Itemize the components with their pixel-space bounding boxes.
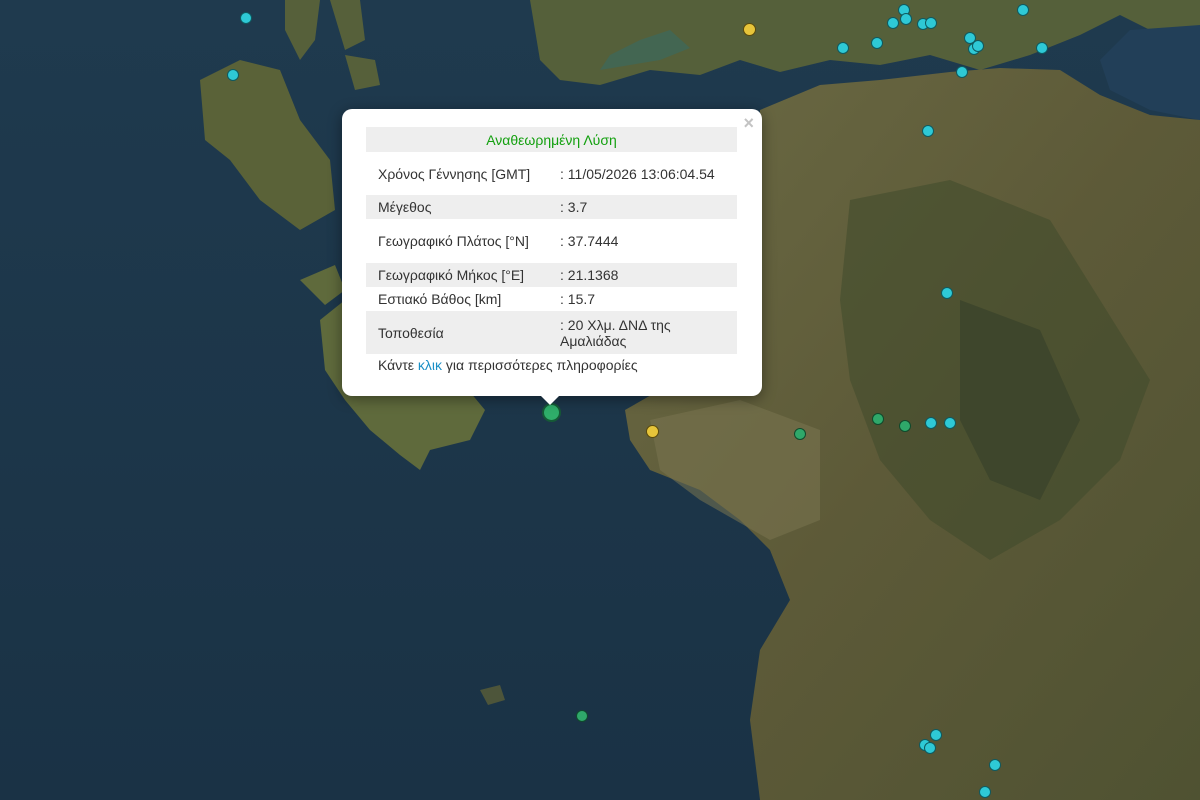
detail-label: Χρόνος Γέννησης [GMT] <box>378 165 531 182</box>
earthquake-marker[interactable] <box>871 37 883 49</box>
earthquake-info-popup: × Αναθεωρημένη Λύση Χρόνος Γέννησης [GMT… <box>342 109 762 396</box>
popup-header: Αναθεωρημένη Λύση <box>366 127 737 152</box>
popup-tip <box>540 395 560 405</box>
earthquake-marker[interactable] <box>972 40 984 52</box>
earthquake-marker[interactable] <box>240 12 252 24</box>
selected-earthquake-marker[interactable] <box>542 403 561 422</box>
earthquake-marker[interactable] <box>646 425 659 438</box>
map-view[interactable]: × Αναθεωρημένη Λύση Χρόνος Γέννησης [GMT… <box>0 0 1200 800</box>
detail-label: Εστιακό Βάθος [km] <box>378 291 502 307</box>
earthquake-marker[interactable] <box>979 786 991 798</box>
earthquake-marker[interactable] <box>900 13 912 25</box>
earthquake-marker[interactable] <box>924 742 936 754</box>
detail-label: Γεωγραφικό Πλάτος [°N] <box>378 233 529 249</box>
earthquake-marker[interactable] <box>989 759 1001 771</box>
earthquake-marker[interactable] <box>899 420 911 432</box>
close-icon[interactable]: × <box>743 113 754 133</box>
earthquake-marker[interactable] <box>227 69 239 81</box>
detail-label: Τοποθεσία <box>366 311 538 354</box>
earthquake-details-table: Αναθεωρημένη Λύση Χρόνος Γέννησης [GMT] … <box>366 127 737 354</box>
detail-value: : 3.7 <box>538 195 737 219</box>
earthquake-marker[interactable] <box>1017 4 1029 16</box>
earthquake-marker[interactable] <box>925 17 937 29</box>
earthquake-marker[interactable] <box>944 417 956 429</box>
earthquake-marker[interactable] <box>956 66 968 78</box>
earthquake-marker[interactable] <box>941 287 953 299</box>
earthquake-marker[interactable] <box>794 428 806 440</box>
earthquake-marker[interactable] <box>872 413 884 425</box>
earthquake-marker[interactable] <box>887 17 899 29</box>
detail-value: : 21.1368 <box>538 263 737 287</box>
detail-value: : 37.7444 <box>560 233 619 249</box>
earthquake-marker[interactable] <box>576 710 588 722</box>
earthquake-marker[interactable] <box>743 23 756 36</box>
more-info-text: Κάντε κλικ για περισσότερες πληροφορίες <box>378 357 638 373</box>
detail-value: : 20 Χλμ. ΔΝΔ της Αμαλιάδας <box>538 311 737 354</box>
detail-value: : 11/05/2026 13:06:04.54 <box>560 165 715 182</box>
detail-label: Μέγεθος <box>366 195 538 219</box>
earthquake-marker[interactable] <box>837 42 849 54</box>
earthquake-marker[interactable] <box>922 125 934 137</box>
detail-value: : 15.7 <box>560 291 596 307</box>
earthquake-marker[interactable] <box>930 729 942 741</box>
earthquake-marker[interactable] <box>925 417 937 429</box>
earthquake-marker[interactable] <box>1036 42 1048 54</box>
more-info-link[interactable]: κλικ <box>418 357 442 373</box>
detail-label: Γεωγραφικό Μήκος [°E] <box>366 263 538 287</box>
